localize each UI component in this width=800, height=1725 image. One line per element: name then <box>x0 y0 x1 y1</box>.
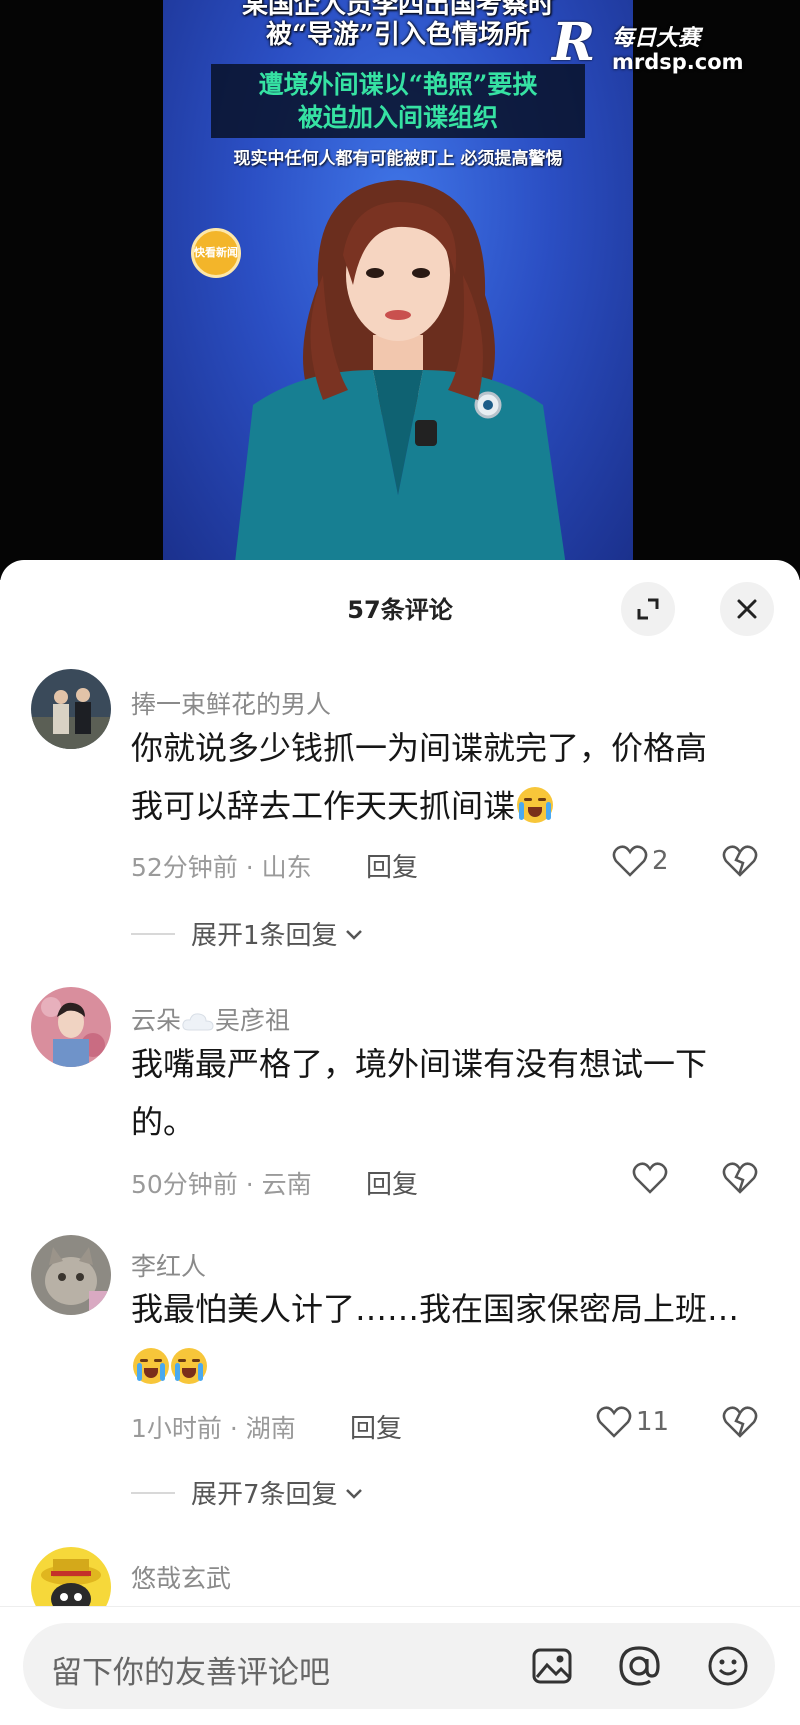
reply-button[interactable]: 回复 <box>366 847 418 884</box>
image-icon[interactable] <box>529 1643 575 1689</box>
avatar[interactable] <box>31 669 111 749</box>
comment-text-content: 你就说多少钱抓一为间谍就完了，价格高 我可以辞去工作天天抓间谍 <box>131 729 708 825</box>
laugh-cry-emoji <box>517 787 554 823</box>
emoji-icon[interactable] <box>705 1643 751 1689</box>
reply-button[interactable]: 回复 <box>366 1164 418 1201</box>
at-icon[interactable] <box>616 1643 662 1689</box>
comments-count-title: 57条评论 <box>347 596 453 624</box>
close-sheet-button[interactable] <box>720 582 774 636</box>
watermark-title: 每日大赛 <box>612 26 701 51</box>
avatar[interactable] <box>31 1235 111 1315</box>
comment-username[interactable]: 悠哉玄武 <box>131 1559 231 1595</box>
watermark-domain: mrdsp.com <box>612 50 744 74</box>
video-headline-green: 遭境外间谍以“艳照”要挟 被迫加入间谍组织 <box>211 64 585 138</box>
expand-replies-text: 展开1条回复 <box>191 921 338 951</box>
like-button[interactable]: 2 <box>612 844 669 878</box>
username-part: 吴彦祖 <box>215 1006 291 1035</box>
comment-text: 我最怕美人计了……我在国家保密局上班… <box>131 1280 771 1396</box>
chevron-down-icon <box>345 1488 362 1499</box>
expand-replies-button[interactable]: 展开7条回复 <box>131 1474 366 1511</box>
cloud-emoji <box>182 1013 214 1031</box>
like-count: 2 <box>652 846 669 876</box>
avatar-image <box>31 987 111 1067</box>
headline-green-line-1: 遭境外间谍以“艳照”要挟 <box>258 70 538 99</box>
comment-input-placeholder: 留下你的友善评论吧 <box>51 1655 330 1691</box>
broken-heart-icon <box>722 1162 758 1194</box>
avatar-image <box>31 1235 111 1315</box>
video-frame: 某国企人员李四出国考察时 被“导游”引入色情场所 遭境外间谍以“艳照”要挟 被迫… <box>163 0 633 580</box>
expand-replies-button[interactable]: 展开1条回复 <box>131 915 366 952</box>
dislike-button[interactable] <box>722 1161 758 1199</box>
chevron-down-icon <box>345 929 362 940</box>
avatar[interactable] <box>31 987 111 1067</box>
avatar-image <box>31 669 111 749</box>
comment-username[interactable]: 李红人 <box>131 1247 206 1283</box>
broken-heart-icon <box>722 1406 758 1438</box>
reply-button[interactable]: 回复 <box>350 1408 402 1445</box>
comment-text: 我嘴最严格了，境外间谍有没有想试一下 的。 <box>131 1045 708 1141</box>
news-anchor-image <box>233 180 568 580</box>
dislike-button[interactable] <box>722 1405 758 1443</box>
video-player[interactable]: 某国企人员李四出国考察时 被“导游”引入色情场所 遭境外间谍以“艳照”要挟 被迫… <box>0 0 800 580</box>
comment-meta: 52分钟前 · 山东 <box>131 853 312 882</box>
heart-icon <box>596 1406 632 1438</box>
close-icon <box>737 599 757 619</box>
comment-text: 你就说多少钱抓一为间谍就完了，价格高 我可以辞去工作天天抓间谍 <box>131 719 771 835</box>
comment-text-content: 我最怕美人计了……我在国家保密局上班… <box>131 1290 740 1328</box>
dislike-button[interactable] <box>722 844 758 882</box>
comment-input[interactable]: 留下你的友善评论吧 <box>23 1623 775 1709</box>
expand-replies-text: 展开7条回复 <box>191 1480 338 1510</box>
comment-meta: 1小时前 · 湖南 <box>131 1414 296 1443</box>
heart-icon <box>612 845 648 877</box>
watermark: R 每日大赛 mrdsp.com <box>552 14 782 78</box>
crying-emoji <box>133 1348 169 1384</box>
heart-icon <box>632 1162 668 1194</box>
headline-green-line-2: 被迫加入间谍组织 <box>297 103 498 132</box>
divider <box>131 932 175 935</box>
comment-meta: 50分钟前 · 云南 <box>131 1170 312 1199</box>
comment-username[interactable]: 云朵 吴彦祖 <box>131 1001 290 1037</box>
username-part: 云朵 <box>131 1006 182 1035</box>
expand-sheet-button[interactable] <box>621 582 675 636</box>
like-button[interactable]: 11 <box>596 1405 669 1439</box>
divider <box>131 1491 175 1494</box>
like-count: 11 <box>636 1407 670 1437</box>
like-button[interactable] <box>632 1161 672 1195</box>
broken-heart-icon <box>722 845 758 877</box>
crying-emoji <box>171 1348 207 1384</box>
expand-icon <box>637 598 659 620</box>
comment-username[interactable]: 捧一束鲜花的男人 <box>131 685 331 721</box>
comments-sheet: 57条评论 捧一束鲜花的男人 你就说多少钱抓一为间谍就完了，价格高 我可以辞去工… <box>0 560 800 1724</box>
comment-input-bar: 留下你的友善评论吧 <box>0 1606 800 1725</box>
watermark-logo: R <box>552 12 596 73</box>
